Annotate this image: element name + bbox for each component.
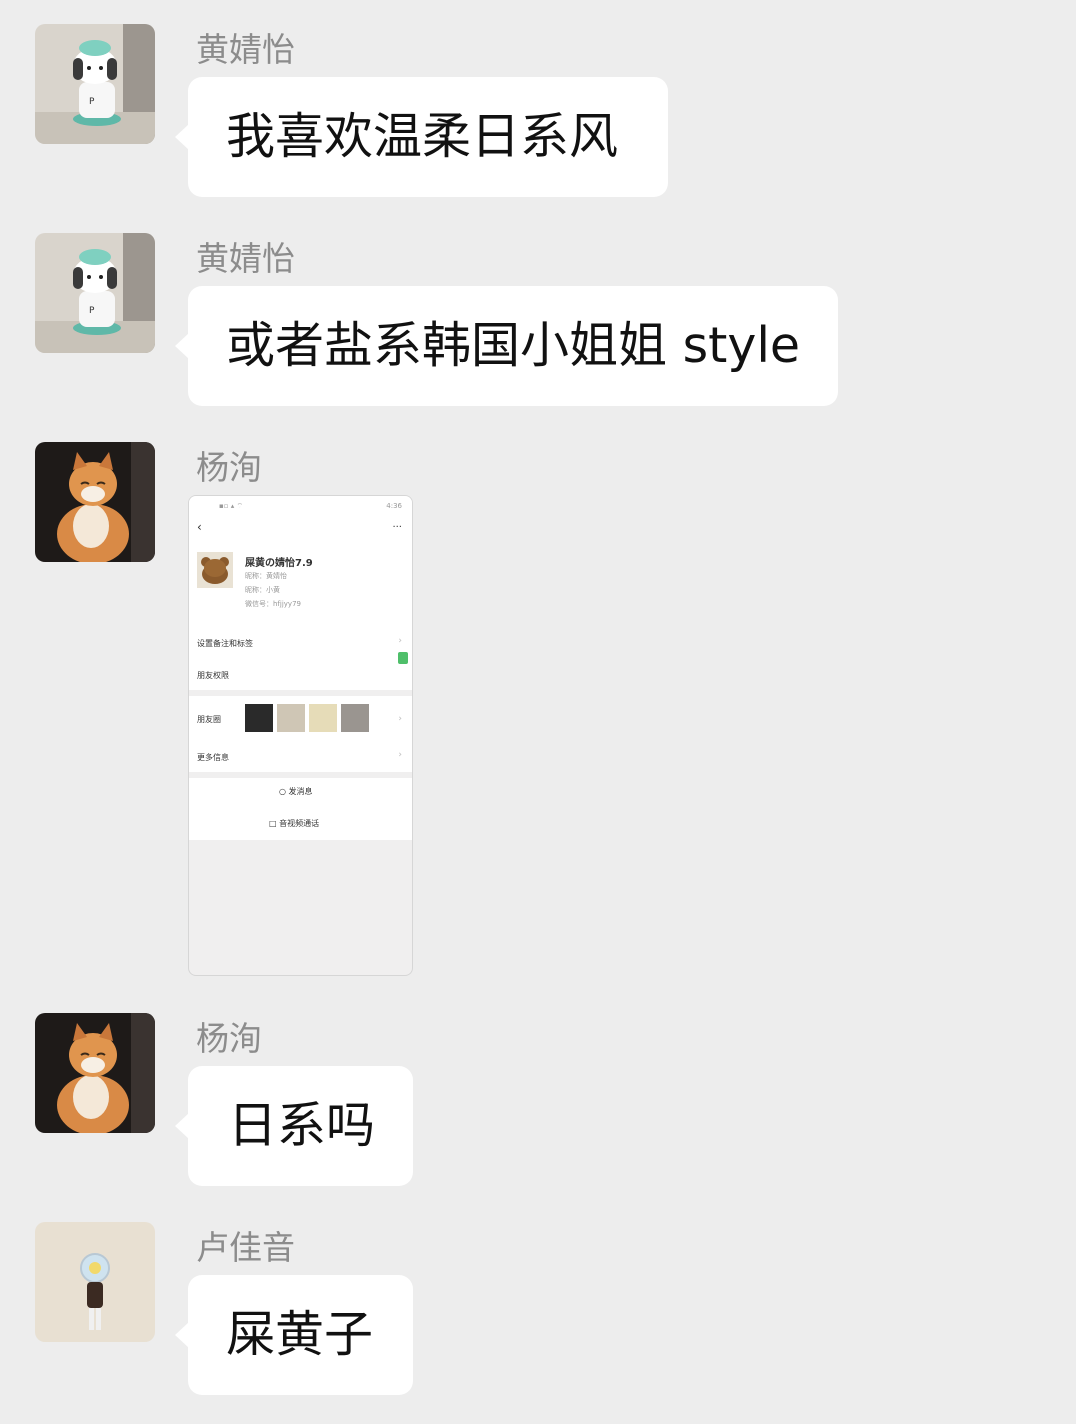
svg-text:P: P: [89, 306, 95, 316]
shared-screenshot-image[interactable]: ▪▫ ▴ ⌔ 4:36 ‹ ··· 屎黄の婧怡7.9 昵称：黄婧怡 昵称：小黄 …: [188, 495, 413, 976]
avatar-cat[interactable]: [35, 442, 155, 562]
sender-name: 杨洵: [196, 448, 262, 487]
chevron-right-icon: ›: [398, 750, 402, 760]
avatar-cat[interactable]: [35, 1013, 155, 1133]
profile-nickname: 昵称：小黄: [245, 586, 280, 594]
message-text: 或者盐系韩国小姐姐 style: [226, 317, 801, 374]
row-tags: 设置备注和标签: [197, 639, 253, 648]
message-text: 屎黄子: [226, 1306, 374, 1363]
row-moments: 朋友圈: [197, 715, 221, 724]
send-message-action: ○ 发消息: [279, 786, 313, 797]
settings-panel: 设置备注和标签 › 朋友权限: [189, 630, 412, 690]
sender-name: 卢佳音: [196, 1228, 295, 1267]
video-call-label: 音视频通话: [279, 819, 320, 828]
profile-name: 屎黄の婧怡7.9: [245, 558, 313, 569]
message-bubble[interactable]: 或者盐系韩国小姐姐 style: [175, 286, 838, 406]
sender-name: 杨洵: [196, 1019, 262, 1058]
signal-icon: ▪▫ ▴ ⌔: [219, 502, 244, 510]
moments-panel: 朋友圈 › 更多信息 ›: [189, 696, 412, 772]
status-time: 4:36: [386, 502, 402, 510]
avatar-pochacco[interactable]: P: [35, 233, 155, 353]
profile-panel: ▪▫ ▴ ⌔ 4:36 ‹ ··· 屎黄の婧怡7.9 昵称：黄婧怡 昵称：小黄 …: [189, 496, 412, 636]
float-tag-icon: [398, 652, 408, 664]
message-text: 我喜欢温柔日系风: [226, 108, 619, 165]
profile-remark: 昵称：黄婧怡: [245, 572, 287, 580]
profile-avatar: [197, 552, 233, 588]
message-bubble[interactable]: 日系吗: [175, 1066, 413, 1186]
message-bubble[interactable]: 屎黄子: [175, 1275, 413, 1395]
sender-name: 黄婧怡: [196, 30, 295, 69]
send-message-label: 发消息: [288, 787, 313, 796]
row-more-info: 更多信息: [197, 753, 229, 762]
message-bubble[interactable]: 我喜欢温柔日系风: [175, 77, 668, 197]
moments-thumb: [341, 704, 369, 732]
more-icon: ···: [392, 522, 402, 533]
svg-text:P: P: [89, 97, 95, 107]
back-icon: ‹: [197, 520, 202, 534]
chevron-right-icon: ›: [398, 636, 402, 646]
message-text: 日系吗: [228, 1097, 376, 1154]
moments-thumb: [309, 704, 337, 732]
avatar-pochacco[interactable]: P: [35, 24, 155, 144]
video-camera-icon: □: [269, 819, 277, 828]
moments-thumb: [277, 704, 305, 732]
avatar-girl[interactable]: [35, 1222, 155, 1342]
actions-panel: ○ 发消息 □ 音视频通话: [189, 778, 412, 840]
sender-name: 黄婧怡: [196, 239, 295, 278]
profile-wechat-id: 微信号：hfjjyy79: [245, 600, 301, 608]
row-permissions: 朋友权限: [197, 671, 229, 680]
chat-bubble-icon: ○: [279, 787, 286, 796]
chevron-right-icon: ›: [398, 714, 402, 724]
moments-thumb: [245, 704, 273, 732]
video-call-action: □ 音视频通话: [269, 818, 319, 829]
